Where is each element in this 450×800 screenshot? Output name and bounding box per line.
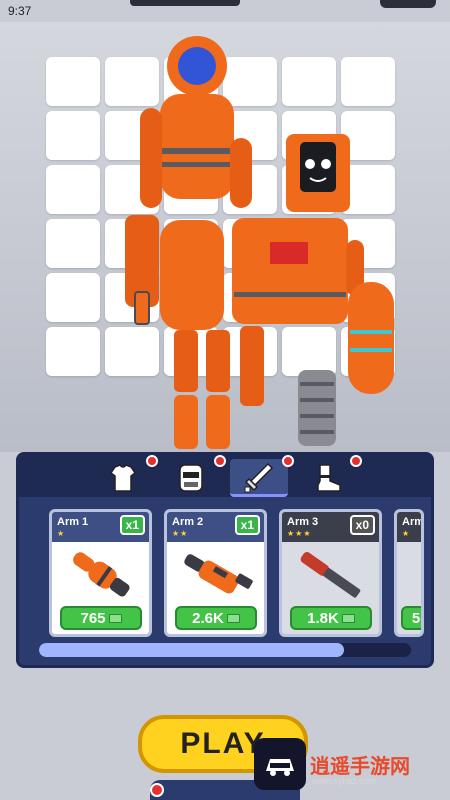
arm-3-image [300,552,361,598]
price-value: 1.8K [307,609,339,627]
notification-dot [150,783,164,797]
category-tabs [19,455,431,497]
grid-cell[interactable] [46,111,100,160]
armor-icon [109,464,137,492]
mask-icon [179,464,203,492]
part-name: Arm 1 [57,516,89,528]
notification-dot [146,455,158,467]
quantity-badge: x1 [234,515,260,535]
notification-dot [282,455,294,467]
part-card-arm-4[interactable]: Arm ★ 5 [394,509,424,637]
build-scene [0,22,450,452]
grid-cell[interactable] [46,327,100,376]
quantity-badge: x1 [119,515,145,535]
tab-leg[interactable] [298,455,362,497]
progress-fill [39,643,345,657]
notification-dot [214,455,226,467]
buy-button[interactable]: 1.8K [290,606,372,630]
sword-icon [244,462,274,492]
tab-arm[interactable] [230,455,294,497]
star-rating: ★ [57,529,66,538]
price-value: 2.6K [192,609,224,627]
price-value: 765 [80,609,106,627]
part-name: Arm 2 [172,516,204,528]
cash-icon [226,613,240,623]
buy-button[interactable]: 765 [60,606,142,630]
star-rating: ★★★ [287,529,312,538]
watermark-logo-icon [254,738,306,790]
grid-cell[interactable] [46,165,100,214]
star-rating: ★ [402,529,411,538]
part-card-arm-3[interactable]: Arm 3 ★★★ x0 1.8K [279,509,382,637]
grid-cell[interactable] [46,219,100,268]
robot-figure [125,36,394,449]
quantity-badge: x0 [349,515,375,535]
notification-dot [350,455,362,467]
buy-button[interactable]: 5 [401,606,421,630]
cash-icon [108,613,122,623]
star-rating: ★★ [172,529,189,538]
cash-icon [341,613,355,623]
part-card-arm-1[interactable]: Arm 1 ★ x1 765 [49,509,152,637]
collection-progress-bar [39,643,411,657]
part-name: Arm [402,516,424,528]
boxy-robot-part[interactable] [232,134,394,446]
grid-cell[interactable] [46,273,100,322]
part-name: Arm 3 [287,516,319,528]
arm-2-image [184,554,253,594]
watermark-url: www.xyhsz.com [312,776,377,786]
part-cards: Arm 1 ★ x1 765 Arm 2 ★★ x1 2.6K Arm 3 ★★… [49,509,424,637]
part-card-arm-2[interactable]: Arm 2 ★★ x1 2.6K [164,509,267,637]
buy-button[interactable]: 2.6K [175,606,257,630]
arm-1-image [73,552,130,597]
boot-icon [317,464,341,492]
price-value: 5 [411,609,421,627]
parts-panel: Arm 1 ★ x1 765 Arm 2 ★★ x1 2.6K Arm 3 ★★… [16,452,434,668]
top-bar-stub [130,0,240,6]
status-time: 9:37 [8,4,32,18]
grid-cell[interactable] [46,57,100,106]
watermark-text: 逍遥手游网 [310,756,410,778]
top-menu-stub[interactable] [380,0,436,8]
tab-torso[interactable] [94,455,158,497]
tab-head[interactable] [162,455,226,497]
